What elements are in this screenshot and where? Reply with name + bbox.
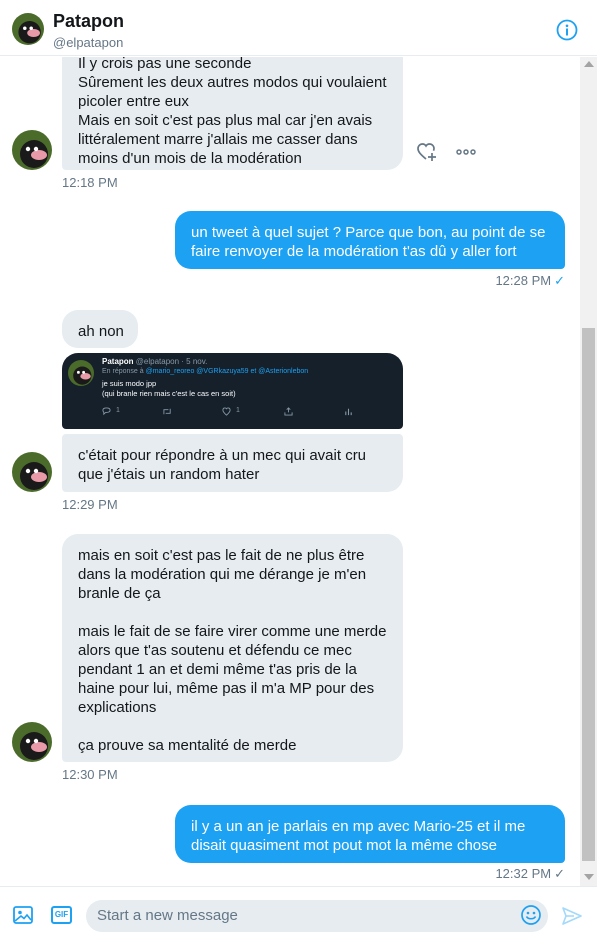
- contact-avatar[interactable]: [12, 13, 44, 45]
- message-line: dans la modération qui me dérange je m'e…: [78, 566, 367, 583]
- like-icon: [222, 407, 231, 418]
- contact-handle: @elpatapon: [53, 35, 124, 50]
- message-timestamp: 12:32 PM ✓: [470, 866, 565, 882]
- tweet-reply-context: En réponse à @mario_reoreo @VGRkazuya59 …: [102, 368, 308, 375]
- shared-tweet-card[interactable]: Patapon @elpatapon · 5 nov. En réponse à…: [62, 353, 403, 429]
- message-input-placeholder: Start a new message: [97, 907, 238, 924]
- message-line: ah non: [78, 323, 124, 340]
- scroll-up-arrow-icon[interactable]: [584, 61, 594, 67]
- message-line: disait quasiment mot pout mot la même ch…: [191, 837, 497, 854]
- message-line: Sûrement les deux autres modos qui voula…: [78, 74, 387, 91]
- message-timestamp: 12:30 PM: [62, 767, 118, 782]
- image-upload-icon[interactable]: [12, 905, 34, 925]
- sender-avatar[interactable]: [12, 452, 52, 492]
- contact-name[interactable]: Patapon: [53, 11, 124, 32]
- sender-avatar[interactable]: [12, 722, 52, 762]
- message-line: que j'étais un random hater: [78, 466, 260, 483]
- analytics-icon: [344, 407, 353, 418]
- reply-count: 1: [116, 407, 120, 414]
- conversation-timeline: Il y crois pas une seconde Sûrement les …: [0, 57, 580, 886]
- received-message[interactable]: c'était pour répondre à un mec qui avait…: [62, 434, 403, 492]
- tweet-meta: @elpatapon · 5 nov.: [135, 357, 208, 366]
- tweet-stats: 1 1: [102, 407, 362, 419]
- reply-prefix: En réponse à: [102, 368, 144, 375]
- message-line: faire renvoyer de la modération t'as dû …: [191, 243, 517, 260]
- more-options-icon[interactable]: [455, 141, 477, 163]
- timestamp-text: 12:28 PM: [495, 273, 552, 288]
- read-receipt-icon: ✓: [554, 273, 565, 288]
- message-line: ça prouve sa mentalité de merde: [78, 737, 297, 754]
- conversation-header: Patapon @elpatapon: [0, 0, 597, 56]
- message-line: un tweet à quel sujet ? Parce que bon, a…: [191, 224, 546, 241]
- message-line: c'était pour répondre à un mec qui avait…: [78, 447, 367, 464]
- message-timestamp: 12:18 PM: [62, 175, 118, 190]
- message-line: picoler entre eux: [78, 93, 189, 110]
- message-line: mais en soit c'est pas le fait de ne plu…: [78, 547, 365, 564]
- tweet-author-name: Patapon: [102, 357, 134, 366]
- scrollbar-thumb[interactable]: [582, 328, 595, 861]
- send-icon[interactable]: [561, 905, 583, 927]
- message-line: branle de ça: [78, 585, 161, 602]
- received-message[interactable]: ah non: [62, 310, 138, 348]
- sent-message[interactable]: il y a un an je parlais en mp avec Mario…: [175, 805, 565, 863]
- message-input[interactable]: Start a new message: [86, 900, 548, 932]
- reply-icon: [102, 407, 111, 418]
- message-timestamp: 12:29 PM: [62, 497, 118, 512]
- tweet-author-avatar: [68, 360, 94, 386]
- gif-button[interactable]: GIF: [51, 906, 72, 924]
- retweet-icon: [162, 407, 173, 418]
- message-line: pendant 1 an et demi même t'as pris de l…: [78, 661, 357, 678]
- like-message-icon[interactable]: [416, 141, 438, 163]
- message-composer: GIF Start a new message: [0, 886, 597, 941]
- timestamp-text: 12:32 PM: [495, 866, 552, 881]
- message-line: Mais en soit c'est pas plus mal car j'en…: [78, 112, 373, 129]
- message-line: haine pour lui, même pas il m'a MP pour …: [78, 680, 375, 697]
- sent-receipt-icon: ✓: [554, 866, 565, 881]
- like-count: 1: [236, 407, 240, 414]
- sent-message[interactable]: un tweet à quel sujet ? Parce que bon, a…: [175, 211, 565, 269]
- message-line: alors que t'as soutenu et défendu ce mec: [78, 642, 352, 659]
- received-message[interactable]: Il y crois pas une seconde Sûrement les …: [62, 57, 403, 170]
- message-line: littéralement marre j'allais me casser d…: [78, 131, 358, 148]
- tweet-line: je suis modo jpp: [102, 379, 157, 388]
- info-icon[interactable]: [556, 19, 578, 41]
- message-timestamp: 12:28 PM ✓: [470, 273, 565, 289]
- message-line: moins d'un mois de la modération: [78, 150, 302, 167]
- message-line: Il y crois pas une seconde: [78, 57, 252, 72]
- message-line: explications: [78, 699, 157, 716]
- emoji-icon[interactable]: [520, 904, 542, 926]
- message-line: mais le fait de se faire virer comme une…: [78, 623, 387, 640]
- sender-avatar[interactable]: [12, 130, 52, 170]
- tweet-header: Patapon @elpatapon · 5 nov.: [102, 357, 207, 366]
- reply-mentions: @mario_reoreo @VGRkazuya59 et @Asterionl…: [145, 368, 309, 375]
- scroll-down-arrow-icon[interactable]: [584, 874, 594, 880]
- share-icon: [284, 407, 293, 418]
- received-message[interactable]: mais en soit c'est pas le fait de ne plu…: [62, 534, 403, 762]
- tweet-line: (qui branle rien mais c'est le cas en so…: [102, 389, 236, 398]
- message-line: il y a un an je parlais en mp avec Mario…: [191, 818, 526, 835]
- tweet-text: je suis modo jpp (qui branle rien mais c…: [102, 379, 236, 399]
